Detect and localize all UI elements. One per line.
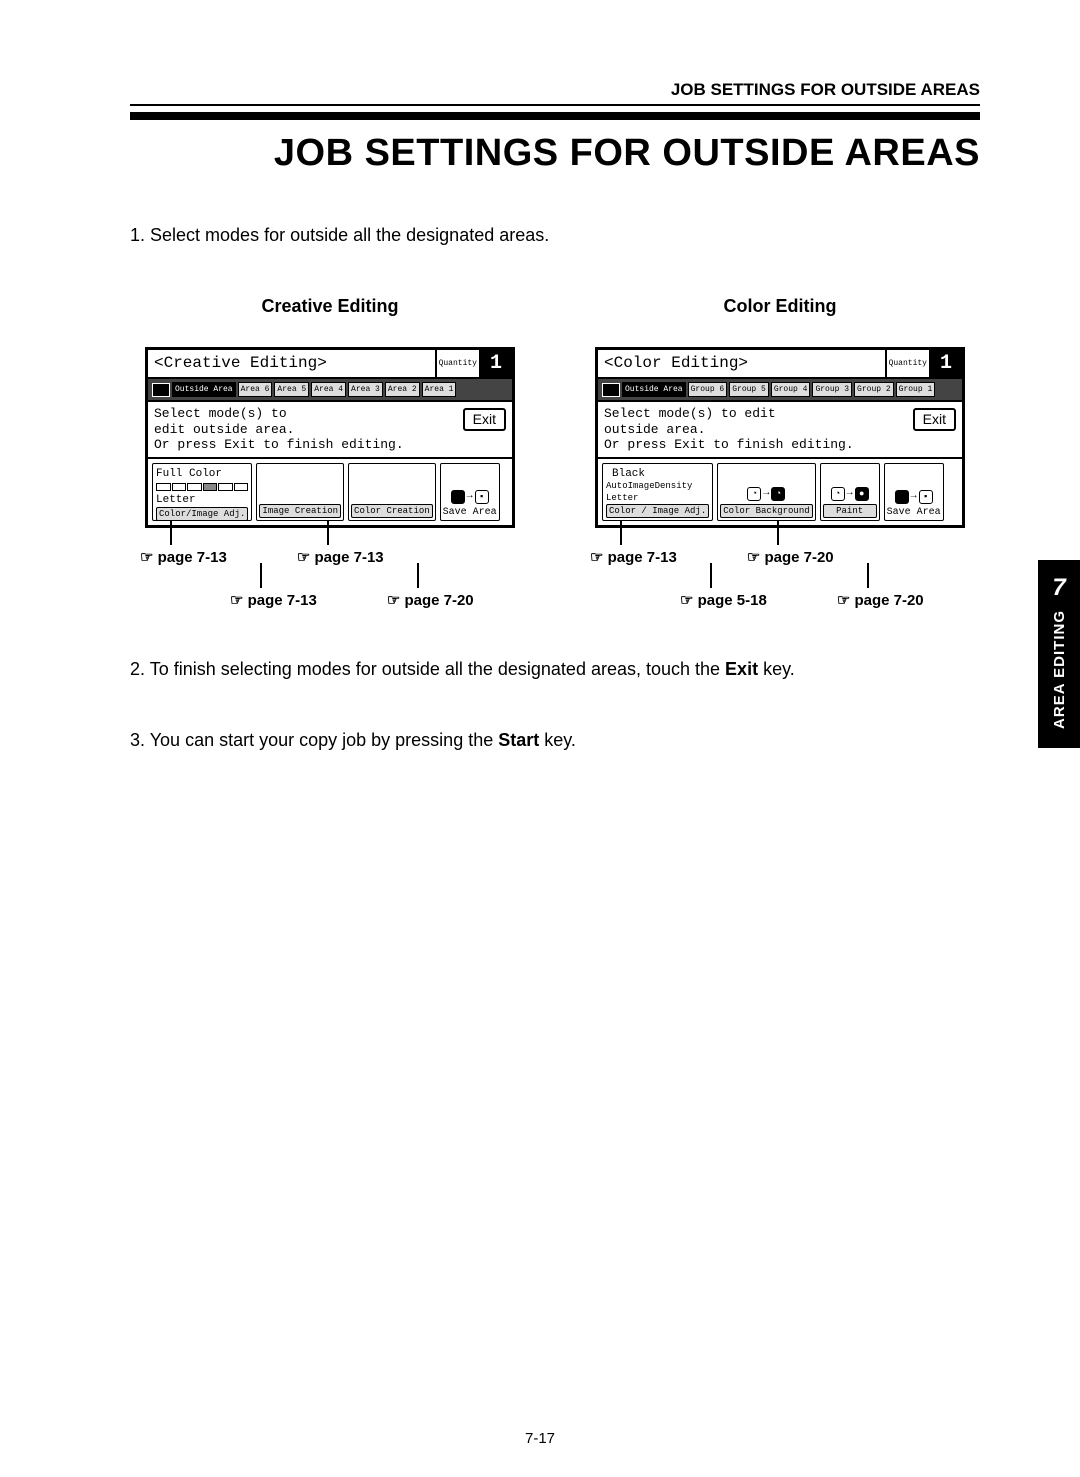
color-main-mode[interactable]: Black AutoImageDensity Letter Color / Im… <box>602 463 713 521</box>
tab-area1[interactable]: Area 1 <box>422 382 457 397</box>
image-creation-button[interactable]: Image Creation <box>256 463 344 521</box>
chapter-number: 7 <box>1038 574 1080 602</box>
bg-before-icon: ◔ <box>747 487 761 501</box>
quantity-label: Quantity <box>887 350 930 377</box>
mode-black: Black <box>606 467 709 481</box>
creative-tabs: Outside Area Area 6 Area 5 Area 4 Area 3… <box>148 379 512 402</box>
step-2: 2. To finish selecting modes for outside… <box>130 659 980 680</box>
step-2-key: Exit <box>725 659 758 679</box>
creative-main-mode[interactable]: Full Color Letter Color/Image Adj. <box>152 463 252 521</box>
ref-7-13-c: ☞ page 7-13 <box>230 591 317 609</box>
color-screen-title: <Color Editing> <box>598 350 885 377</box>
save-after-icon: ▪ <box>919 490 933 504</box>
tab-group3[interactable]: Group 3 <box>812 382 852 397</box>
step-1: 1. Select modes for outside all the desi… <box>130 225 980 246</box>
color-image-adj-button[interactable]: Color / Image Adj. <box>606 504 709 518</box>
mode-color: Full Color <box>156 467 248 481</box>
ref-7-13-a: ☞ page 7-13 <box>140 548 227 566</box>
exit-button[interactable]: Exit <box>463 408 506 431</box>
step-3-key: Start <box>498 730 539 750</box>
tab-group2[interactable]: Group 2 <box>854 382 894 397</box>
color-quantity: Quantity 1 <box>885 350 962 377</box>
exit-button[interactable]: Exit <box>913 408 956 431</box>
tab-group6[interactable]: Group 6 <box>688 382 728 397</box>
panels-row: Creative Editing <Creative Editing> Quan… <box>130 296 980 609</box>
color-creation-label: Color Creation <box>351 504 433 518</box>
creative-screen-title: <Creative Editing> <box>148 350 435 377</box>
save-area-button[interactable]: →▪ Save Area <box>440 463 500 521</box>
ref-7-20-a: ☞ page 7-20 <box>387 591 474 609</box>
save-before-icon <box>451 490 465 504</box>
save-before-icon <box>895 490 909 504</box>
page-title: JOB SETTINGS FOR OUTSIDE AREAS <box>130 112 980 175</box>
creative-refs: ☞ page 7-13 ☞ page 7-13 ☞ page 7-13 ☞ pa… <box>130 548 530 609</box>
save-area-button[interactable]: →▪ Save Area <box>884 463 944 521</box>
save-after-icon: ▪ <box>475 490 489 504</box>
save-area-label: Save Area <box>887 507 941 518</box>
paint-button[interactable]: ◔→● Paint <box>820 463 880 521</box>
page-number: 7-17 <box>525 1430 555 1447</box>
color-creation-button[interactable]: Color Creation <box>348 463 436 521</box>
tab-group1[interactable]: Group 1 <box>896 382 936 397</box>
step-3: 3. You can start your copy job by pressi… <box>130 730 980 751</box>
ref-5-18: ☞ page 5-18 <box>680 591 767 609</box>
creative-screen: <Creative Editing> Quantity 1 Outside Ar… <box>145 347 515 528</box>
quantity-value: 1 <box>930 350 962 377</box>
color-background-button[interactable]: ◔→◔ Color Background <box>717 463 815 521</box>
tab-outside-area[interactable]: Outside Area <box>172 382 236 397</box>
paint-before-icon: ◔ <box>831 487 845 501</box>
color-tabs: Outside Area Group 6 Group 5 Group 4 Gro… <box>598 379 962 402</box>
tab-group4[interactable]: Group 4 <box>771 382 811 397</box>
tab-area5[interactable]: Area 5 <box>274 382 309 397</box>
tab-area6[interactable]: Area 6 <box>238 382 273 397</box>
step-2-pre: 2. To finish selecting modes for outside… <box>130 659 725 679</box>
ref-7-20-b: ☞ page 7-20 <box>837 591 924 609</box>
color-screen: <Color Editing> Quantity 1 Outside Area … <box>595 347 965 528</box>
step-3-post: key. <box>539 730 576 750</box>
color-refs: ☞ page 7-13 ☞ page 7-20 ☞ page 5-18 ☞ pa… <box>580 548 980 609</box>
tab-area3[interactable]: Area 3 <box>348 382 383 397</box>
tab-outside-area[interactable]: Outside Area <box>622 382 686 397</box>
tab-area4[interactable]: Area 4 <box>311 382 346 397</box>
ref-7-20: ☞ page 7-20 <box>747 548 834 566</box>
creative-column: Creative Editing <Creative Editing> Quan… <box>130 296 530 609</box>
mode-density-letter: AutoImageDensity Letter <box>606 481 709 504</box>
quantity-label: Quantity <box>437 350 480 377</box>
mode-letter: Letter <box>156 493 248 507</box>
chapter-label: AREA EDITING <box>1051 610 1068 729</box>
creative-instruction: Select mode(s) to edit outside area. Or … <box>154 406 457 453</box>
color-column: Color Editing <Color Editing> Quantity 1… <box>580 296 980 609</box>
step-3-pre: 3. You can start your copy job by pressi… <box>130 730 498 750</box>
step-2-post: key. <box>758 659 795 679</box>
bg-after-icon: ◔ <box>771 487 785 501</box>
ref-7-13: ☞ page 7-13 <box>590 548 677 566</box>
color-background-label: Color Background <box>720 504 812 518</box>
paint-after-icon: ● <box>855 487 869 501</box>
tab-group5[interactable]: Group 5 <box>729 382 769 397</box>
ref-7-13-b: ☞ page 7-13 <box>297 548 384 566</box>
paint-label: Paint <box>823 504 877 518</box>
creative-label: Creative Editing <box>130 296 530 317</box>
creative-quantity: Quantity 1 <box>435 350 512 377</box>
tab-icon <box>602 383 620 397</box>
image-creation-label: Image Creation <box>259 504 341 518</box>
tab-area2[interactable]: Area 2 <box>385 382 420 397</box>
color-label: Color Editing <box>580 296 980 317</box>
quantity-value: 1 <box>480 350 512 377</box>
tab-icon <box>152 383 170 397</box>
save-area-label: Save Area <box>443 507 497 518</box>
chapter-tab: 7 AREA EDITING <box>1038 560 1080 748</box>
running-header: JOB SETTINGS FOR OUTSIDE AREAS <box>130 80 980 106</box>
color-instruction: Select mode(s) to edit outside area. Or … <box>604 406 907 453</box>
